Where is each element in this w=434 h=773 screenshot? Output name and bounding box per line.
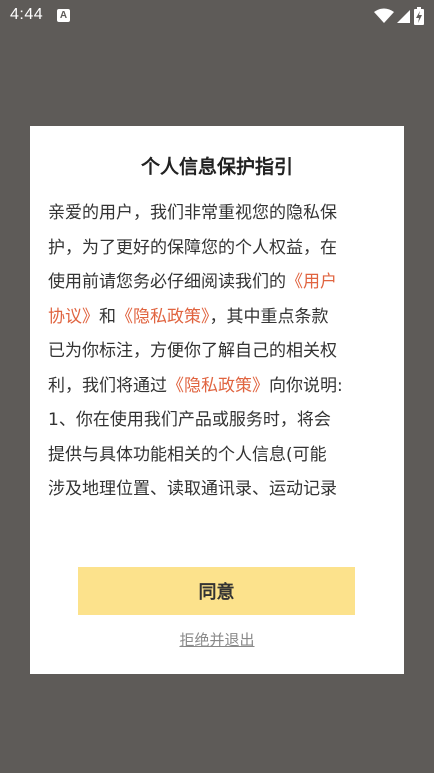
dialog-title: 个人信息保护指引 (140, 156, 293, 178)
status-bar: 4:44 A (0, 0, 434, 32)
body-line: 使用前请您务必仔细阅读我们的《用户 (48, 265, 386, 300)
body-line: 协议》和《隐私政策》，其中重点条款 (48, 300, 386, 335)
status-icons (374, 6, 424, 26)
battery-icon (414, 7, 424, 25)
body-text: 利，我们将通过 (48, 375, 167, 396)
privacy-policy-link[interactable]: 《隐私政策》 (116, 307, 210, 327)
body-line: 涉及地理位置、读取通讯录、运动记录 (48, 479, 337, 499)
reject-and-exit-link[interactable]: 拒绝并退出 (30, 629, 404, 650)
user-agreement-link[interactable]: 《用户 (286, 272, 337, 292)
body-line: 已为你标注，方便你了解自己的相关权 (48, 341, 337, 361)
dialog-body: 亲爱的用户，我们非常重视您的隐私保 护，为了更好的保障您的个人权益，在 使用前请… (48, 196, 386, 540)
body-text: 和 (99, 306, 116, 327)
body-text: 向你说明: (269, 375, 343, 396)
cellular-signal-icon (397, 10, 410, 23)
user-agreement-link[interactable]: 协议》 (48, 307, 99, 327)
body-line: 亲爱的用户，我们非常重视您的隐私保 (48, 203, 337, 223)
body-line: 提供与具体功能相关的个人信息(可能 (48, 444, 327, 465)
wifi-icon (374, 8, 394, 23)
body-text: ，其中重点条款 (209, 306, 329, 327)
body-text: 使用前请您务必仔细阅读我们的 (48, 272, 286, 292)
privacy-dialog: 个人信息保护指引 亲爱的用户，我们非常重视您的隐私保 护，为了更好的保障您的个人… (30, 126, 404, 674)
agree-button[interactable]: 同意 (78, 567, 355, 615)
privacy-policy-link[interactable]: 《隐私政策》 (167, 376, 269, 396)
body-line: 利，我们将通过《隐私政策》向你说明: (48, 369, 386, 404)
status-time: 4:44 (10, 6, 44, 23)
body-line: 1、你在使用我们产品或服务时，将会 (48, 410, 331, 430)
a-letter-icon: A (57, 9, 70, 22)
body-line: 护，为了更好的保障您的个人权益，在 (48, 237, 337, 258)
